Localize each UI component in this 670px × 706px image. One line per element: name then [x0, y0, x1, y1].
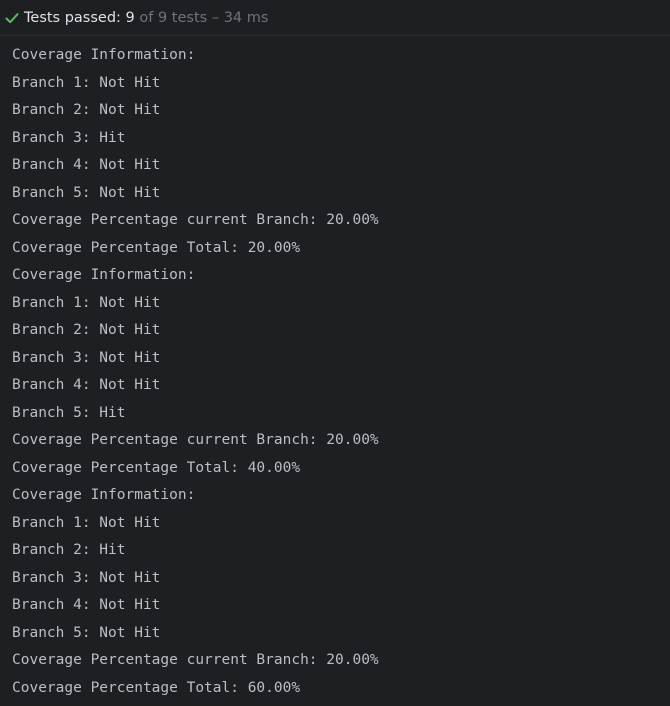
- separator-dash: –: [211, 9, 220, 26]
- console-output[interactable]: Coverage Information: Branch 1: Not Hit Br…: [12, 42, 670, 702]
- console-line: Branch 3: Hit: [12, 129, 126, 146]
- console-line: Branch 5: Hit: [12, 404, 126, 421]
- console-line: Coverage Percentage current Branch: 20.0…: [12, 432, 379, 448]
- console-line: Branch 1: Not Hit: [12, 514, 161, 531]
- console-line: Coverage Information:: [12, 47, 196, 63]
- console-line: Branch 2: Not Hit: [12, 102, 161, 118]
- status-prefix: Tests passed:: [24, 9, 121, 26]
- passed-count: 9: [125, 9, 135, 26]
- total-tests: of 9 tests: [139, 9, 208, 26]
- console-line: Branch 4: Not Hit: [12, 377, 161, 393]
- duration: 34 ms: [223, 9, 269, 26]
- console-line: Branch 3: Not Hit: [12, 349, 161, 366]
- console-line: Branch 3: Not Hit: [12, 569, 161, 586]
- console-line: Branch 1: Not Hit: [12, 74, 161, 91]
- console-line: Coverage Information:: [12, 267, 196, 283]
- console-line: Coverage Percentage current Branch: 20.0…: [12, 212, 379, 228]
- console-line: Branch 1: Not Hit: [12, 294, 161, 311]
- console-line: Branch 5: Not Hit: [12, 184, 161, 201]
- console-line: Coverage Percentage Total: 40.00%: [12, 459, 301, 476]
- console-line: Branch 2: Not Hit: [12, 322, 161, 338]
- console-line: Branch 2: Hit: [12, 542, 126, 558]
- console-line: Branch 4: Not Hit: [12, 597, 161, 613]
- check-icon: [4, 10, 20, 26]
- console-line: Branch 4: Not Hit: [12, 157, 161, 173]
- console-line: Coverage Percentage Total: 20.00%: [12, 239, 301, 256]
- console-line: Coverage Information:: [12, 487, 196, 503]
- test-status-bar: Tests passed: 9 of 9 tests – 34 ms: [0, 0, 670, 36]
- console-line: Branch 5: Not Hit: [12, 624, 161, 641]
- console-line: Coverage Percentage current Branch: 20.0…: [12, 652, 379, 668]
- console-line: Coverage Percentage Total: 60.00%: [12, 679, 301, 696]
